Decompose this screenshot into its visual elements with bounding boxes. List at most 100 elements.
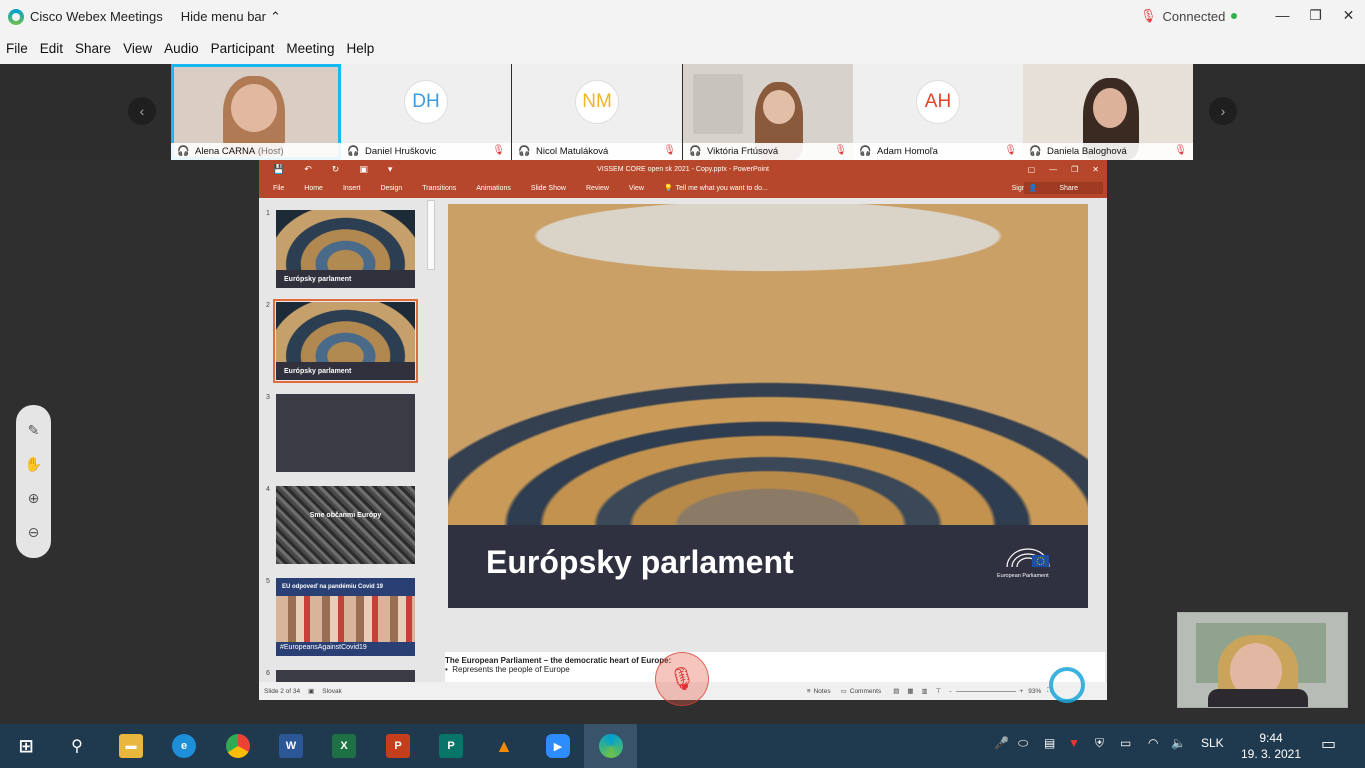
hide-menu-bar-button[interactable]: Hide menu bar ⌃ (181, 9, 281, 25)
normal-view-icon[interactable]: ▤ (893, 687, 899, 695)
thumb-number: 5 (266, 578, 270, 585)
menu-edit[interactable]: Edit (40, 41, 63, 56)
file-explorer-icon[interactable]: ▬ (119, 734, 143, 758)
slide-title: Európsky parlament (486, 544, 794, 580)
menu-participant[interactable]: Participant (211, 41, 275, 56)
tell-me-box[interactable]: Tell me what you want to do... (676, 185, 768, 192)
slide-thumbnail[interactable]: Sme občanmi Európy (276, 486, 415, 564)
tab-design[interactable]: Design (380, 185, 402, 192)
tab-insert[interactable]: Insert (343, 185, 361, 192)
participant-name-bar: 🎧 Daniel Hruškovic 🎙 (341, 143, 511, 160)
tray-alert-icon[interactable]: ▼ (1068, 736, 1080, 750)
spelling-icon[interactable]: ▣ (308, 687, 314, 695)
ppt-share-button[interactable]: 👤 Share (1023, 182, 1103, 194)
zoom-slider[interactable] (955, 690, 1016, 692)
language-indicator[interactable]: Slovak (322, 688, 342, 695)
participant-tile[interactable]: NM 🎧 Nicol Matuláková 🎙 (512, 64, 682, 160)
self-view-video[interactable] (1177, 612, 1348, 708)
search-icon[interactable]: ⚲ (65, 734, 89, 758)
participant-name-bar: 🎧 Adam Homoľa 🎙 (853, 143, 1023, 160)
participant-name: Adam Homoľa (877, 146, 938, 157)
word-icon[interactable]: W (279, 734, 303, 758)
wifi-icon[interactable]: ◠ (1148, 736, 1158, 750)
participant-tile[interactable]: AH 🎧 Adam Homoľa 🎙 (853, 64, 1023, 160)
connection-status[interactable]: 🎙 Connected (1140, 8, 1238, 24)
headset-icon: 🎧 (347, 146, 360, 157)
muted-indicator-icon[interactable]: 🎙 (655, 652, 709, 706)
battery-icon[interactable]: ▭ (1120, 736, 1131, 750)
participant-tile[interactable]: 🎧 Viktória Frtúsová 🎙 (683, 64, 853, 160)
slide-thumbnails-pane: 1 Európsky parlament 2 Európsky parlamen… (259, 198, 439, 682)
tab-slide-show[interactable]: Slide Show (531, 185, 566, 192)
notifications-icon[interactable]: ▭ (1321, 734, 1336, 754)
vlc-icon[interactable]: ▲ (492, 734, 516, 758)
zoom-level[interactable]: 93% (1028, 688, 1041, 695)
zoom-out-button[interactable]: - (949, 688, 951, 695)
slide-thumbnail[interactable] (276, 394, 415, 472)
participant-tile[interactable]: DH 🎧 Daniel Hruškovic 🎙 (341, 64, 511, 160)
edge-icon[interactable]: e (172, 734, 196, 758)
menu-share[interactable]: Share (75, 41, 111, 56)
publisher-icon[interactable]: P (439, 734, 463, 758)
zoom-in-button[interactable]: + (1020, 688, 1024, 695)
tab-file[interactable]: File (273, 185, 284, 192)
annotate-icon[interactable]: ✎ (28, 422, 40, 439)
slideshow-view-icon[interactable]: ⊤ (936, 687, 942, 695)
participant-tile[interactable]: 🎧 Daniela Baloghová 🎙 (1023, 64, 1193, 160)
slide-sorter-icon[interactable]: ▦ (907, 687, 913, 695)
ppt-close-icon[interactable]: ✕ (1092, 165, 1099, 174)
thumb-image (276, 210, 415, 270)
tray-app-icon[interactable]: ⬭ (1018, 736, 1028, 751)
language-indicator[interactable]: SLK (1201, 736, 1224, 750)
webex-icon[interactable] (599, 734, 623, 758)
slide-thumbnail[interactable]: EU odpoveď na pandémiu Covid 19 #Europea… (276, 578, 415, 656)
speaker-notes[interactable]: The European Parliament – the democratic… (445, 652, 1105, 682)
microphone-icon[interactable]: 🎤 (994, 736, 1009, 750)
current-slide: Európsky parlament European Parliament (448, 204, 1088, 608)
notes-toggle[interactable]: Notes (814, 688, 831, 695)
participant-initials: DH (404, 80, 448, 124)
windows-start-icon[interactable]: ⊞ (14, 734, 38, 758)
tab-transitions[interactable]: Transitions (422, 185, 456, 192)
tray-device-icon[interactable]: ▤ (1044, 736, 1055, 750)
notes-text: Represents the people of Europe (452, 665, 570, 674)
tab-home[interactable]: Home (304, 185, 323, 192)
tab-animations[interactable]: Animations (476, 185, 511, 192)
mic-muted-icon: 🎙 (834, 145, 847, 156)
minimize-button[interactable]: — (1266, 0, 1299, 30)
zoom-icon[interactable]: ▶ (546, 734, 570, 758)
powerpoint-icon[interactable]: P (386, 734, 410, 758)
thumbnails-scrollbar[interactable] (427, 200, 435, 270)
menu-help[interactable]: Help (346, 41, 374, 56)
tab-view[interactable]: View (629, 185, 644, 192)
slide-thumbnail[interactable]: Európsky parlament (276, 210, 415, 288)
menu-file[interactable]: File (6, 41, 28, 56)
ppt-minimize-icon[interactable]: — (1049, 165, 1057, 174)
european-parliament-logo-icon (1006, 548, 1050, 568)
tab-review[interactable]: Review (586, 185, 609, 192)
menu-audio[interactable]: Audio (164, 41, 199, 56)
comments-toggle[interactable]: Comments (850, 688, 881, 695)
slide-thumbnail[interactable] (276, 670, 415, 682)
restore-button[interactable]: ❐ (1299, 0, 1332, 30)
slide-thumbnail-selected[interactable]: Európsky parlament (273, 299, 418, 383)
next-participants-button[interactable]: › (1209, 97, 1237, 125)
menu-view[interactable]: View (123, 41, 152, 56)
reading-view-icon[interactable]: ▥ (922, 687, 928, 695)
chrome-icon[interactable] (226, 734, 250, 758)
hand-icon[interactable]: ✋ (25, 456, 42, 473)
menu-meeting[interactable]: Meeting (286, 41, 334, 56)
ep-logo-label: European Parliament (997, 573, 1049, 579)
close-button[interactable]: ✕ (1332, 0, 1365, 30)
previous-participants-button[interactable]: ‹ (128, 97, 156, 125)
ribbon-display-icon[interactable]: ▢ (1028, 165, 1036, 174)
system-clock[interactable]: 9:44 19. 3. 2021 (1237, 730, 1305, 762)
zoom-out-icon[interactable]: ⊖ (28, 524, 40, 541)
security-shield-icon[interactable]: ⛨ (1095, 736, 1104, 751)
zoom-in-icon[interactable]: ⊕ (28, 490, 40, 507)
excel-icon[interactable]: X (332, 734, 356, 758)
volume-icon[interactable]: 🔈 (1171, 736, 1186, 750)
ppt-restore-icon[interactable]: ❐ (1071, 165, 1078, 174)
participant-tile[interactable]: 🎧 Alena CARNA (Host) (171, 64, 341, 160)
thumb-hashtag: #EuropeansAgainstCovid19 (280, 644, 367, 651)
